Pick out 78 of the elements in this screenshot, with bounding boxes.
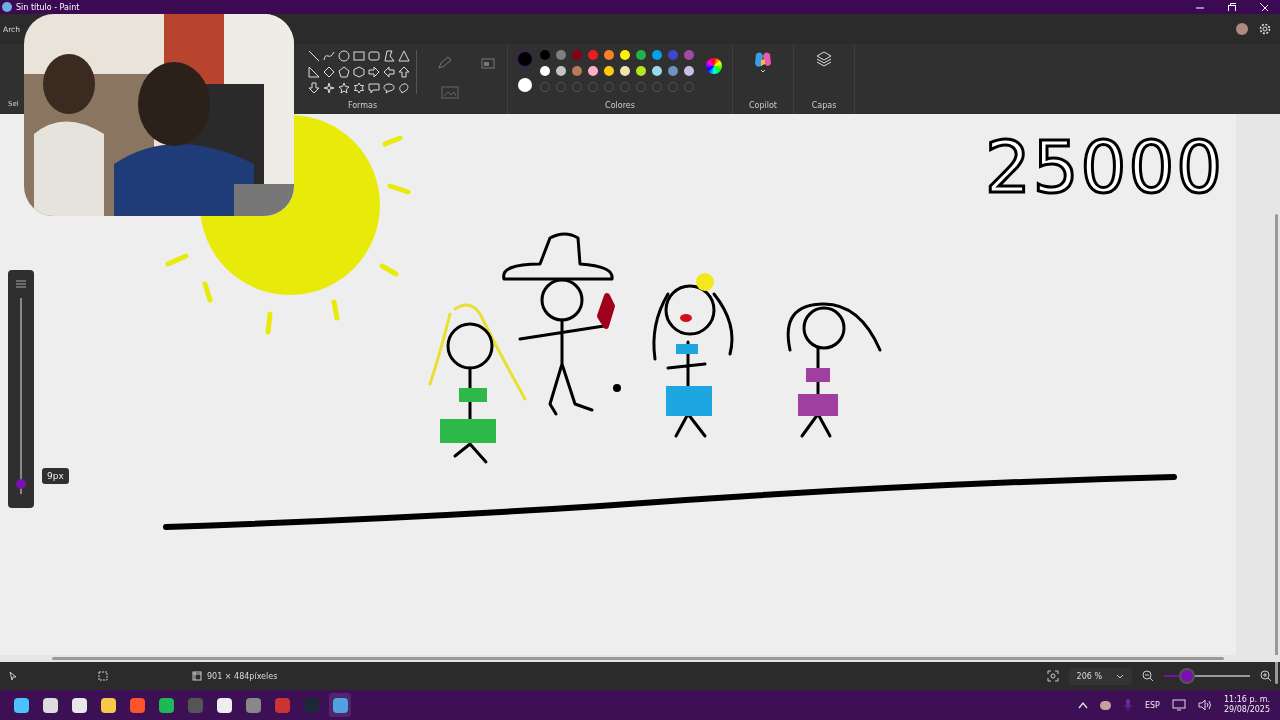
shape-icon[interactable]	[398, 50, 410, 62]
paint-logo-icon	[2, 2, 12, 12]
shape-icon[interactable]	[353, 66, 365, 78]
avatar-icon[interactable]	[1236, 23, 1248, 35]
color-swatch[interactable]	[572, 66, 582, 76]
zoom-out-icon[interactable]	[1142, 670, 1154, 682]
shape-icon[interactable]	[338, 66, 350, 78]
group-label: Capas	[811, 101, 837, 110]
shape-icon[interactable]	[308, 82, 320, 94]
color-swatch[interactable]	[556, 50, 566, 60]
color-wheel-icon[interactable]	[706, 58, 722, 74]
shape-icon[interactable]	[368, 82, 380, 94]
clock-date[interactable]: 29/08/2025	[1223, 705, 1270, 716]
shape-icon[interactable]	[398, 82, 410, 94]
color-swatch[interactable]	[620, 50, 630, 60]
layers-icon[interactable]	[815, 50, 833, 68]
shape-icon[interactable]	[368, 66, 380, 78]
shape-icon[interactable]	[338, 82, 350, 94]
pointer-icon	[8, 671, 18, 681]
canvas-dimensions: 901 × 484píxeles	[207, 671, 278, 681]
color-swatch[interactable]	[604, 50, 614, 60]
primary-color[interactable]	[518, 52, 532, 66]
network-icon[interactable]	[1171, 699, 1186, 711]
shape-icon[interactable]	[308, 66, 320, 78]
selection-icon	[98, 671, 108, 681]
line-width-icon	[16, 280, 26, 288]
group-label: Colores	[605, 101, 635, 110]
handwritten-number: 25000	[985, 125, 1225, 209]
secondary-color[interactable]	[518, 78, 532, 92]
color-swatch[interactable]	[604, 66, 614, 76]
color-swatch[interactable]	[684, 50, 694, 60]
color-swatch[interactable]	[588, 66, 598, 76]
color-swatch[interactable]	[668, 50, 678, 60]
brush-size-thumb[interactable]	[16, 479, 26, 490]
fill-icon[interactable]	[481, 56, 497, 70]
shape-icon[interactable]	[353, 50, 365, 62]
color-swatch[interactable]	[636, 50, 646, 60]
language-indicator[interactable]: ESP	[1144, 700, 1160, 710]
size-tooltip: 9px	[42, 468, 69, 484]
tray-app-icon[interactable]	[1099, 700, 1111, 710]
window-title: Sin título - Paint	[16, 2, 80, 12]
zoom-in-icon[interactable]	[1260, 670, 1272, 682]
chevron-up-icon[interactable]	[1077, 701, 1088, 709]
restore-icon	[1228, 3, 1236, 11]
group-label: Formas	[347, 101, 378, 110]
clock-time[interactable]: 11:16 p. m.	[1223, 694, 1270, 705]
shape-icon[interactable]	[383, 66, 395, 78]
shape-icon[interactable]	[338, 50, 350, 62]
settings-icon[interactable]	[1258, 22, 1272, 36]
group-label: Copilot	[748, 101, 777, 110]
shape-icon[interactable]	[383, 82, 395, 94]
copilot-icon[interactable]	[753, 50, 773, 74]
color-swatch[interactable]	[572, 50, 582, 60]
color-swatch[interactable]	[556, 66, 566, 76]
shape-icon[interactable]	[368, 50, 380, 62]
volume-icon[interactable]	[1197, 699, 1212, 711]
color-swatch[interactable]	[652, 50, 662, 60]
shape-icon[interactable]	[353, 82, 365, 94]
shape-icon[interactable]	[323, 66, 335, 78]
color-swatch[interactable]	[684, 66, 694, 76]
color-swatch[interactable]	[636, 66, 646, 76]
color-swatch[interactable]	[588, 50, 598, 60]
shape-icon[interactable]	[323, 82, 335, 94]
color-swatch[interactable]	[540, 50, 550, 60]
shape-icon[interactable]	[398, 66, 410, 78]
color-swatch[interactable]	[620, 66, 630, 76]
close-icon	[1260, 3, 1268, 11]
caret-icon	[1116, 673, 1124, 679]
color-swatch[interactable]	[668, 66, 678, 76]
fit-icon[interactable]	[1046, 670, 1059, 682]
shape-icon[interactable]	[383, 50, 395, 62]
color-swatch[interactable]	[540, 66, 550, 76]
shape-icon[interactable]	[308, 50, 320, 62]
zoom-slider-thumb[interactable]	[1181, 670, 1194, 682]
color-swatch[interactable]	[652, 66, 662, 76]
canvas-size-icon	[192, 671, 202, 681]
shape-icon[interactable]	[323, 50, 335, 62]
zoom-dropdown[interactable]: 206 %	[1068, 667, 1132, 685]
